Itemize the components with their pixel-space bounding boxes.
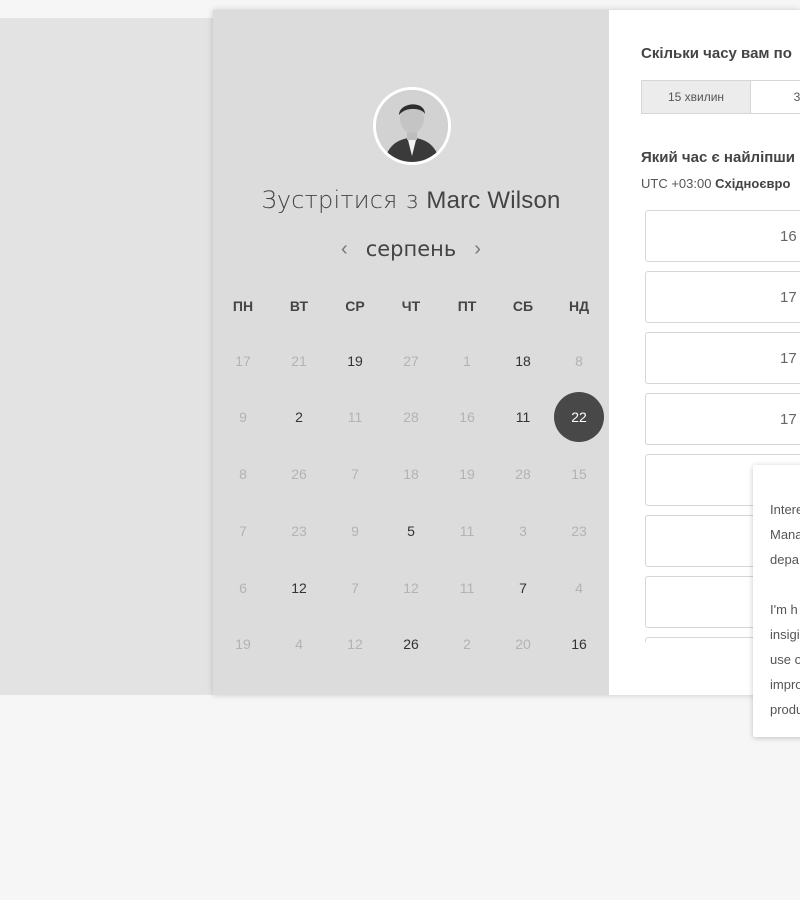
day-cell: 9 xyxy=(239,409,247,425)
time-slot[interactable]: 16 xyxy=(645,210,800,262)
time-slot-label: 17 xyxy=(780,411,797,428)
timezone-offset: UTC +03:00 xyxy=(641,176,712,191)
weekday-label: ПН xyxy=(232,298,254,314)
day-cell: 7 xyxy=(351,466,359,482)
day-cell: 6 xyxy=(239,580,247,596)
day-cell[interactable]: 5 xyxy=(386,506,436,556)
day-cell: 1 xyxy=(463,353,471,369)
day-cell: 9 xyxy=(351,523,359,539)
time-question: Який час є найліпши xyxy=(641,149,796,166)
day-cell-selected[interactable]: 22 xyxy=(554,392,604,442)
day-cell: 8 xyxy=(575,353,583,369)
day-cell: 28 xyxy=(403,409,419,425)
weekday-label: ПТ xyxy=(457,298,477,314)
day-cell[interactable]: 11 xyxy=(498,392,548,442)
host-photo xyxy=(376,90,448,162)
day-cell: 3 xyxy=(519,523,527,539)
duration-question: Скільки часу вам по xyxy=(641,45,792,62)
day-cell[interactable]: 19 xyxy=(330,336,380,386)
time-slot[interactable]: 17 xyxy=(645,393,800,445)
day-cell: 23 xyxy=(571,523,587,539)
time-slot-label: 17 xyxy=(780,289,797,306)
day-cell[interactable]: 26 xyxy=(386,619,436,669)
time-slot-label: 16 xyxy=(780,228,797,245)
duration-tabs: 15 хвилин 30 х xyxy=(641,80,800,114)
day-cell: 4 xyxy=(295,636,303,652)
weekday-label: СР xyxy=(345,298,365,314)
host-description-text: Intere Mana depa I'm h insigi use o impr… xyxy=(770,502,800,717)
time-slot[interactable]: 17 xyxy=(645,271,800,323)
day-cell: 15 xyxy=(571,466,587,482)
day-cell: 27 xyxy=(403,353,419,369)
time-slot[interactable]: 17 xyxy=(645,332,800,384)
weekday-label: ЧТ xyxy=(401,298,421,314)
host-avatar xyxy=(373,87,451,165)
scheduler-card: Зустрітися з Marc Wilson ‹ серпень › ПН В… xyxy=(213,10,800,695)
meeting-title-prefix: Зустрітися з xyxy=(261,186,419,214)
host-name: Marc Wilson xyxy=(426,187,561,214)
day-cell: 19 xyxy=(459,466,475,482)
day-cell: 16 xyxy=(459,409,475,425)
day-cell: 7 xyxy=(239,523,247,539)
time-slot-label: 17 xyxy=(780,350,797,367)
weekday-label: НД xyxy=(568,298,590,314)
prev-month-icon[interactable]: ‹ xyxy=(341,239,348,259)
day-cell[interactable]: 12 xyxy=(274,563,324,613)
month-navigation: ‹ серпень › xyxy=(213,234,609,264)
day-cell: 2 xyxy=(463,636,471,652)
duration-30-button[interactable]: 30 х xyxy=(751,81,800,113)
duration-15-button[interactable]: 15 хвилин xyxy=(642,81,751,113)
meeting-title: Зустрітися з Marc Wilson xyxy=(213,186,609,215)
day-cell: 11 xyxy=(459,580,475,596)
backdrop-panel xyxy=(0,18,214,695)
day-cell: 18 xyxy=(403,466,419,482)
day-cell: 21 xyxy=(291,353,307,369)
day-cell: 20 xyxy=(515,636,531,652)
day-cell: 11 xyxy=(347,409,363,425)
day-cell: 4 xyxy=(575,580,583,596)
month-label: серпень xyxy=(365,237,457,261)
day-cell: 19 xyxy=(235,636,251,652)
day-cell[interactable]: 2 xyxy=(274,392,324,442)
day-cell[interactable]: 16 xyxy=(554,619,604,669)
day-cell: 11 xyxy=(459,523,475,539)
weekday-label: СБ xyxy=(512,298,534,314)
timezone-label: UTC +03:00 Східноєвро xyxy=(641,176,790,191)
day-cell: 12 xyxy=(403,580,419,596)
day-cell: 7 xyxy=(351,580,359,596)
day-cell: 17 xyxy=(235,353,251,369)
weekday-header: ПН ВТ СР ЧТ ПТ СБ НД xyxy=(213,298,609,318)
next-month-icon[interactable]: › xyxy=(474,239,481,259)
day-cell[interactable]: 18 xyxy=(498,336,548,386)
day-cell: 28 xyxy=(515,466,531,482)
timezone-name: Східноєвро xyxy=(715,176,791,191)
weekday-label: ВТ xyxy=(289,298,309,314)
day-cell: 23 xyxy=(291,523,307,539)
calendar-panel: Зустрітися з Marc Wilson ‹ серпень › ПН В… xyxy=(213,10,609,695)
day-cell: 26 xyxy=(291,466,307,482)
day-cell[interactable]: 7 xyxy=(498,563,548,613)
host-description-popover: Intere Mana depa I'm h insigi use o impr… xyxy=(753,465,800,737)
day-cell: 12 xyxy=(347,636,363,652)
day-cell: 8 xyxy=(239,466,247,482)
